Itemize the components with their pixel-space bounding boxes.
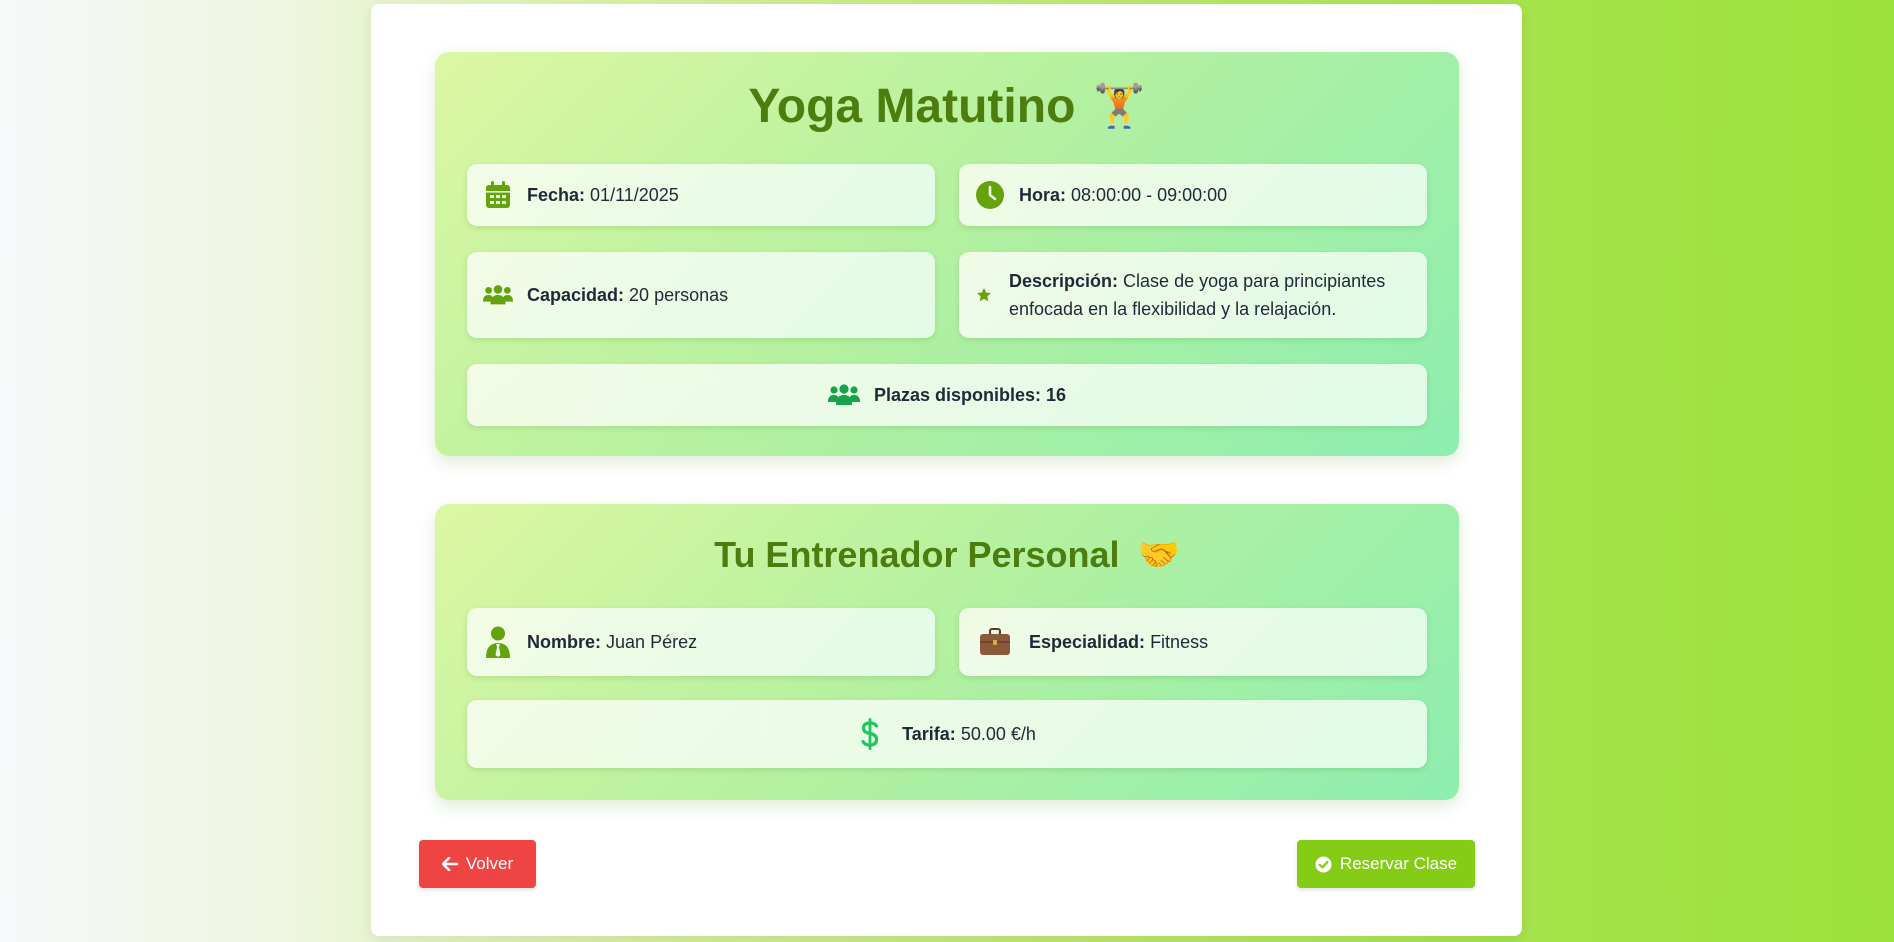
back-button[interactable]: Volver	[419, 840, 536, 888]
capacity-card: Capacidad: 20 personas	[467, 252, 935, 338]
date-card: Fecha: 01/11/2025	[467, 164, 935, 226]
trainer-name-card: Nombre: Juan Pérez	[467, 608, 935, 676]
time-text: Hora: 08:00:00 - 09:00:00	[1019, 181, 1227, 209]
trainer-title-row: Tu Entrenador Personal 🤝	[435, 528, 1459, 582]
briefcase-icon	[979, 627, 1011, 657]
class-title: Yoga Matutino	[748, 79, 1076, 133]
class-info-section: Yoga Matutino 🏋️ Fecha: 01/11/2025 Hora:…	[435, 52, 1459, 456]
spots-available: Plazas disponibles: 16	[873, 385, 1067, 405]
trainer-specialty-value: Fitness	[1150, 632, 1209, 652]
dollar-icon	[858, 718, 882, 750]
user-tie-icon	[483, 626, 513, 658]
capacity-text: Capacidad: 20 personas	[527, 281, 728, 309]
trainer-name-value: Juan Pérez	[606, 632, 698, 652]
time-value: 08:00:00 - 09:00:00	[1071, 185, 1228, 205]
main-panel: Yoga Matutino 🏋️ Fecha: 01/11/2025 Hora:…	[371, 4, 1522, 936]
calendar-icon	[483, 180, 513, 210]
weightlifter-emoji-icon: 🏋️	[1093, 81, 1146, 129]
time-label: Hora:	[1019, 185, 1067, 205]
trainer-rate-value: 50.00 €/h	[960, 724, 1036, 744]
trainer-specialty-card: Especialidad: Fitness	[959, 608, 1427, 676]
description-card: Descripción: Clase de yoga para principi…	[959, 252, 1427, 338]
trainer-name-label: Nombre:	[527, 632, 602, 652]
description-text: Descripción: Clase de yoga para principi…	[1009, 267, 1403, 323]
description-label: Descripción:	[1009, 271, 1119, 291]
trainer-rate-label: Tarifa:	[902, 724, 956, 744]
capacity-value: 20 personas	[629, 285, 729, 305]
book-class-button-label: Reservar Clase	[1339, 854, 1458, 873]
spots-card: Plazas disponibles: 16	[467, 364, 1427, 426]
trainer-title: Tu Entrenador Personal	[714, 534, 1120, 575]
date-value: 01/11/2025	[590, 185, 679, 205]
trainer-name-text: Nombre: Juan Pérez	[527, 628, 697, 656]
arrow-left-icon	[441, 857, 458, 871]
check-circle-icon	[1315, 855, 1332, 873]
trainer-specialty-text: Especialidad: Fitness	[1029, 628, 1208, 656]
users-icon	[483, 280, 513, 310]
back-button-label: Volver	[465, 854, 514, 873]
star-icon	[975, 280, 993, 310]
trainer-rate-text: Tarifa: 50.00 €/h	[902, 720, 1036, 748]
users-icon	[827, 380, 860, 410]
class-title-row: Yoga Matutino 🏋️	[435, 76, 1459, 136]
trainer-specialty-label: Especialidad:	[1029, 632, 1146, 652]
book-class-button[interactable]: Reservar Clase	[1297, 840, 1475, 888]
clock-icon	[975, 180, 1005, 210]
handshake-emoji-icon: 🤝	[1137, 536, 1180, 574]
trainer-rate-card: Tarifa: 50.00 €/h	[467, 700, 1427, 768]
date-label: Fecha:	[527, 185, 586, 205]
capacity-label: Capacidad:	[527, 285, 625, 305]
trainer-info-section: Tu Entrenador Personal 🤝 Nombre: Juan Pé…	[435, 504, 1459, 800]
date-text: Fecha: 01/11/2025	[527, 181, 679, 209]
time-card: Hora: 08:00:00 - 09:00:00	[959, 164, 1427, 226]
